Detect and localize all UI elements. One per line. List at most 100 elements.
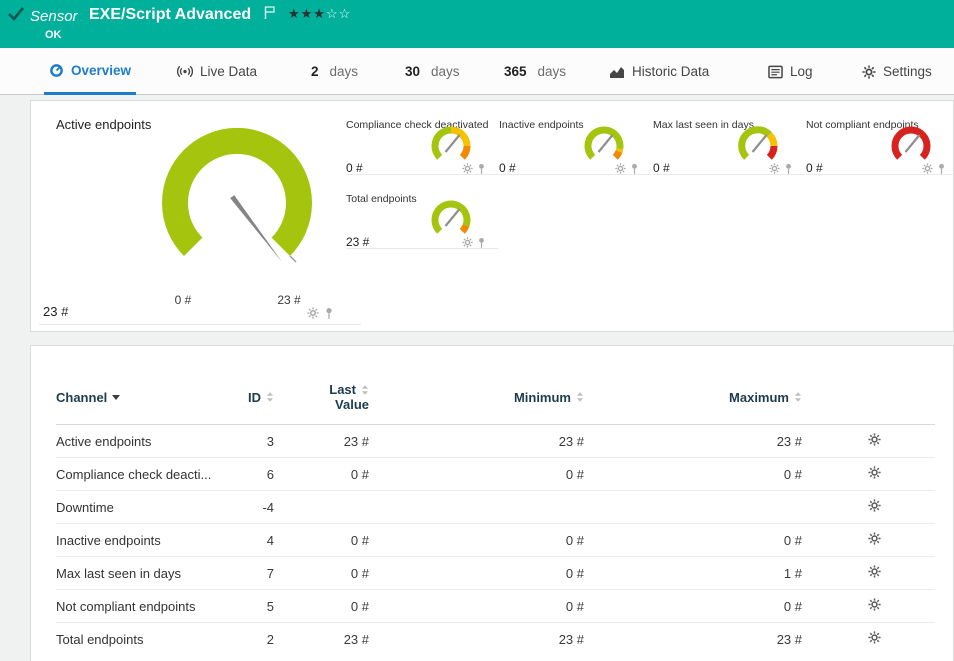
sensor-title: EXE/Script Advanced	[89, 6, 251, 24]
prtg-sensor-page: Sensor EXE/Script Advanced ★★★☆☆ OK Over…	[0, 0, 954, 661]
column-header-channel[interactable]: Channel	[56, 374, 236, 425]
gauge-panel-compliance-check-deactivated: Compliance check deactivated 0 #	[346, 115, 498, 175]
tab-settings[interactable]: Settings	[857, 48, 937, 95]
gauge-title: Inactive endpoints	[499, 119, 584, 131]
channel-id: -4	[236, 491, 286, 524]
gear-icon	[868, 532, 881, 545]
channel-minimum: 0 #	[381, 557, 596, 590]
channel-last-value: 23 #	[286, 623, 381, 656]
channel-last-value: 0 #	[286, 590, 381, 623]
gauge-value: 0 #	[806, 161, 823, 175]
gauge-pin-icon[interactable]	[937, 163, 946, 175]
gauge-value: 0 #	[653, 161, 670, 175]
gauge-settings-gear-icon[interactable]	[462, 237, 473, 248]
priority-flag-icon[interactable]	[263, 5, 276, 20]
gauge-needle	[753, 135, 767, 152]
gauge-pin-icon[interactable]	[477, 163, 486, 175]
gauge-settings-gear-icon[interactable]	[769, 163, 780, 174]
tab-live-data[interactable]: Live Data	[172, 48, 262, 95]
channel-row-compliance-check[interactable]: Compliance check deacti... 6 0 # 0 # 0 #	[56, 458, 935, 491]
column-header-minimum[interactable]: Minimum	[381, 374, 596, 425]
sensor-rating[interactable]: ★★★☆☆	[288, 6, 351, 22]
channel-name[interactable]: Total endpoints	[56, 623, 236, 656]
gauge-needle	[906, 135, 920, 152]
sort-arrows-icon	[266, 391, 274, 403]
tab-log[interactable]: Log	[763, 48, 818, 95]
sort-arrows-icon	[576, 391, 584, 403]
channel-settings-button[interactable]	[866, 497, 883, 517]
gauge-pin-icon[interactable]	[324, 307, 334, 320]
column-header-maximum[interactable]: Maximum	[596, 374, 814, 425]
channel-name[interactable]: Max last seen in days	[56, 557, 236, 590]
channel-maximum: 23 #	[596, 425, 814, 458]
tab-number: 30	[405, 64, 420, 79]
ok-check-icon	[7, 6, 25, 22]
gauge-settings-gear-icon[interactable]	[462, 163, 473, 174]
column-header-last-value[interactable]: Last Value	[286, 374, 381, 425]
tab-label: Live Data	[200, 64, 257, 79]
column-label: ID	[248, 390, 261, 405]
sort-arrows-icon	[361, 384, 369, 396]
channel-name[interactable]: Active endpoints	[56, 425, 236, 458]
tab-30-days[interactable]: 30 days	[400, 48, 465, 95]
gear-icon	[868, 598, 881, 611]
rating-stars-empty: ☆☆	[326, 6, 351, 21]
gauge-title: Total endpoints	[346, 193, 417, 205]
channel-settings-button[interactable]	[866, 530, 883, 550]
tab-label: Log	[790, 64, 813, 79]
channel-settings-button[interactable]	[866, 563, 883, 583]
channel-id: 3	[236, 425, 286, 458]
channel-minimum: 0 #	[381, 524, 596, 557]
tab-365-days[interactable]: 365 days	[499, 48, 571, 95]
channel-settings-button[interactable]	[866, 629, 883, 649]
column-header-id[interactable]: ID	[236, 374, 286, 425]
tab-label: Settings	[883, 64, 932, 79]
channel-maximum: 0 #	[596, 458, 814, 491]
channel-id: 6	[236, 458, 286, 491]
channel-minimum: 23 #	[381, 623, 596, 656]
gear-icon	[868, 466, 881, 479]
channels-table-panel: Channel ID Last	[30, 345, 954, 661]
channel-settings-button[interactable]	[866, 431, 883, 451]
gauge-pin-icon[interactable]	[630, 163, 639, 175]
big-gauge-needle	[230, 195, 282, 262]
channels-table: Channel ID Last	[56, 374, 935, 656]
tab-overview[interactable]: Overview	[44, 48, 136, 95]
channel-name[interactable]: Compliance check deacti...	[56, 458, 236, 491]
tab-number: 365	[504, 64, 527, 79]
historic-data-chart-icon	[609, 65, 625, 79]
gauge-needle	[446, 135, 460, 152]
big-gauge-title: Active endpoints	[56, 117, 151, 132]
divider	[39, 324, 361, 325]
gauge-pin-icon[interactable]	[784, 163, 793, 175]
channel-name[interactable]: Downtime	[56, 491, 236, 524]
gauge-pin-icon[interactable]	[477, 237, 486, 249]
channel-settings-button[interactable]	[866, 464, 883, 484]
tab-number: 2	[311, 64, 319, 79]
channel-row-total-endpoints[interactable]: Total endpoints 2 23 # 23 # 23 #	[56, 623, 935, 656]
gauge-settings-gear-icon[interactable]	[307, 307, 319, 319]
big-gauge-scale-max: 23 #	[269, 293, 309, 307]
channel-last-value: 0 #	[286, 557, 381, 590]
channel-name[interactable]: Not compliant endpoints	[56, 590, 236, 623]
channel-last-value: 0 #	[286, 524, 381, 557]
tab-2-days[interactable]: 2 days	[306, 48, 363, 95]
channel-row-active-endpoints[interactable]: Active endpoints 3 23 # 23 # 23 #	[56, 425, 935, 458]
channel-maximum	[596, 491, 814, 524]
gauge-value: 0 #	[346, 161, 363, 175]
channel-row-max-last-seen[interactable]: Max last seen in days 7 0 # 0 # 1 #	[56, 557, 935, 590]
gauge-value: 23 #	[346, 235, 369, 249]
channel-name[interactable]: Inactive endpoints	[56, 524, 236, 557]
channel-last-value	[286, 491, 381, 524]
big-gauge-dial	[149, 117, 329, 289]
gauges-panel: Active endpoints 0 # 23 # 23 # Complianc…	[30, 100, 954, 332]
gauge-settings-gear-icon[interactable]	[615, 163, 626, 174]
channel-row-not-compliant[interactable]: Not compliant endpoints 5 0 # 0 # 0 #	[56, 590, 935, 623]
channel-row-inactive-endpoints[interactable]: Inactive endpoints 4 0 # 0 # 0 #	[56, 524, 935, 557]
gauge-panel-not-compliant: Not compliant endpoints 0 #	[806, 115, 954, 175]
gauge-settings-gear-icon[interactable]	[922, 163, 933, 174]
channel-settings-button[interactable]	[866, 596, 883, 616]
gauge-panel-inactive-endpoints: Inactive endpoints 0 #	[499, 115, 651, 175]
tab-historic-data[interactable]: Historic Data	[604, 48, 714, 95]
channel-row-downtime[interactable]: Downtime -4	[56, 491, 935, 524]
